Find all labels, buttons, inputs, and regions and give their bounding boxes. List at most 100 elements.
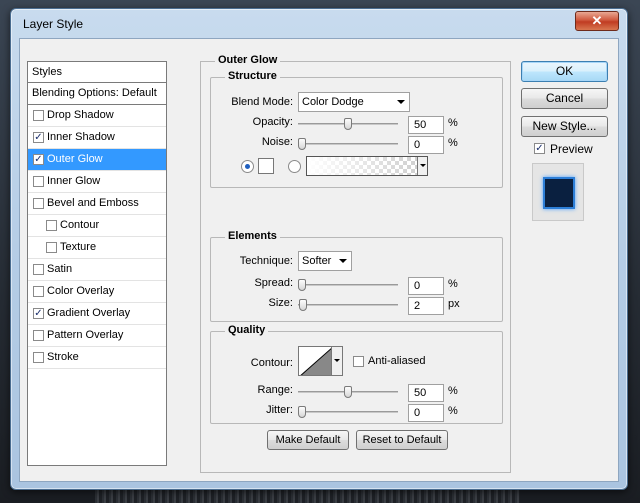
style-item-checkbox[interactable] [33, 330, 44, 341]
style-item-label: Inner Shadow [47, 131, 115, 143]
gradient-picker[interactable] [306, 156, 428, 176]
ok-button[interactable]: OK [521, 61, 608, 82]
style-item-label: Inner Glow [47, 175, 101, 187]
solid-color-radio[interactable] [241, 160, 254, 173]
style-item-label: Drop Shadow [47, 109, 114, 121]
contour-label: Contour: [250, 357, 293, 369]
contour-curve-icon [300, 348, 331, 375]
noise-input[interactable]: 0 [408, 136, 444, 154]
jitter-slider-thumb[interactable] [298, 406, 306, 418]
reset-to-default-button[interactable]: Reset to Default [356, 430, 448, 450]
spread-slider-track [298, 284, 398, 286]
noise-label: Noise: [261, 136, 293, 148]
technique-value: Softer [302, 255, 332, 267]
style-item-checkbox[interactable] [33, 286, 44, 297]
jitter-label: Jitter: [266, 404, 293, 416]
style-item-bevel-and-emboss[interactable]: Bevel and Emboss [28, 193, 166, 215]
style-item-drop-shadow[interactable]: Drop Shadow [28, 105, 166, 127]
title-bar[interactable]: Layer Style ✕ [11, 9, 627, 39]
styles-header[interactable]: Styles [28, 62, 166, 83]
contour-preview[interactable] [298, 346, 332, 376]
style-item-label: Stroke [47, 351, 79, 363]
technique-dropdown[interactable]: Softer [298, 251, 352, 271]
style-item-checkbox[interactable]: ✓ [33, 308, 44, 319]
style-item-stroke[interactable]: Stroke [28, 347, 166, 369]
contour-dropdown-button[interactable] [332, 346, 343, 376]
jitter-slider[interactable] [298, 406, 398, 418]
spread-slider[interactable] [298, 279, 398, 291]
preview-checkbox[interactable]: ✓ [534, 143, 545, 154]
range-input[interactable]: 50 [408, 384, 444, 402]
gradient-radio[interactable] [288, 160, 301, 173]
spread-unit: % [448, 278, 458, 290]
cancel-button[interactable]: Cancel [521, 88, 608, 109]
make-default-button[interactable]: Make Default [267, 430, 349, 450]
noise-slider-track [298, 143, 398, 145]
range-slider-thumb[interactable] [344, 386, 352, 398]
style-item-label: Gradient Overlay [47, 307, 131, 319]
range-slider[interactable] [298, 386, 398, 398]
styles-list: Styles Blending Options: Default Drop Sh… [27, 61, 167, 466]
range-unit: % [448, 385, 458, 397]
close-icon: ✕ [591, 13, 603, 28]
style-item-label: Satin [47, 263, 73, 275]
jitter-input[interactable]: 0 [408, 404, 444, 422]
gradient-dropdown-icon[interactable] [417, 157, 427, 175]
style-item-checkbox[interactable]: ✓ [33, 154, 44, 165]
spread-input[interactable]: 0 [408, 277, 444, 295]
size-input[interactable]: 2 [408, 297, 444, 315]
style-item-label: Outer Glow [47, 153, 103, 165]
noise-slider[interactable] [298, 138, 398, 150]
style-item-checkbox[interactable] [33, 352, 44, 363]
chevron-down-icon [339, 259, 347, 263]
blend-mode-label: Blend Mode: [231, 96, 293, 108]
style-item-label: Color Overlay [47, 285, 115, 297]
structure-group: Structure Blend Mode: Color Dodge Opacit… [210, 70, 503, 188]
style-item-inner-shadow[interactable]: ✓ Inner Shadow [28, 127, 166, 149]
style-item-outer-glow[interactable]: ✓ Outer Glow [28, 149, 166, 171]
new-style-button[interactable]: New Style... [521, 116, 608, 137]
blending-options-item[interactable]: Blending Options: Default [28, 83, 166, 105]
style-item-label: Contour [60, 219, 100, 231]
style-item-inner-glow[interactable]: Inner Glow [28, 171, 166, 193]
style-item-texture[interactable]: Texture [28, 237, 166, 259]
size-slider[interactable] [298, 299, 398, 311]
noise-slider-thumb[interactable] [298, 138, 306, 150]
size-label: Size: [268, 297, 293, 309]
outer-glow-panel: Outer Glow Structure Blend Mode: Color D… [200, 54, 511, 473]
spread-label: Spread: [254, 277, 293, 289]
spread-slider-thumb[interactable] [298, 279, 306, 291]
style-item-checkbox[interactable] [33, 176, 44, 187]
opacity-slider-thumb[interactable] [344, 118, 352, 130]
style-item-checkbox[interactable]: ✓ [33, 132, 44, 143]
outer-glow-title: Outer Glow [215, 54, 281, 66]
style-item-pattern-overlay[interactable]: Pattern Overlay [28, 325, 166, 347]
style-item-checkbox[interactable] [33, 198, 44, 209]
dialog-title: Layer Style [23, 17, 84, 31]
preview-thumbnail [543, 177, 575, 209]
size-slider-thumb[interactable] [299, 299, 307, 311]
style-item-satin[interactable]: Satin [28, 259, 166, 281]
style-item-checkbox[interactable] [46, 242, 57, 253]
close-button[interactable]: ✕ [575, 11, 619, 31]
chevron-down-icon [397, 100, 405, 104]
style-item-checkbox[interactable] [33, 264, 44, 275]
size-unit: px [448, 298, 460, 310]
size-slider-track [298, 304, 398, 306]
anti-aliased-checkbox[interactable] [353, 356, 364, 367]
style-item-checkbox[interactable] [46, 220, 57, 231]
noise-unit: % [448, 137, 458, 149]
elements-group: Elements Technique: Softer Spread: 0 % S… [210, 230, 503, 322]
opacity-input[interactable]: 50 [408, 116, 444, 134]
anti-aliased-label: Anti-aliased [368, 355, 426, 367]
style-item-color-overlay[interactable]: Color Overlay [28, 281, 166, 303]
blend-mode-dropdown[interactable]: Color Dodge [298, 92, 410, 112]
quality-title: Quality [225, 324, 269, 336]
opacity-slider[interactable] [298, 118, 398, 130]
layer-style-dialog: Layer Style ✕ Styles Blending Options: D… [10, 8, 628, 490]
style-item-checkbox[interactable] [33, 110, 44, 121]
glow-color-swatch[interactable] [258, 158, 274, 174]
opacity-label: Opacity: [252, 116, 293, 128]
style-item-contour[interactable]: Contour [28, 215, 166, 237]
style-item-gradient-overlay[interactable]: ✓ Gradient Overlay [28, 303, 166, 325]
